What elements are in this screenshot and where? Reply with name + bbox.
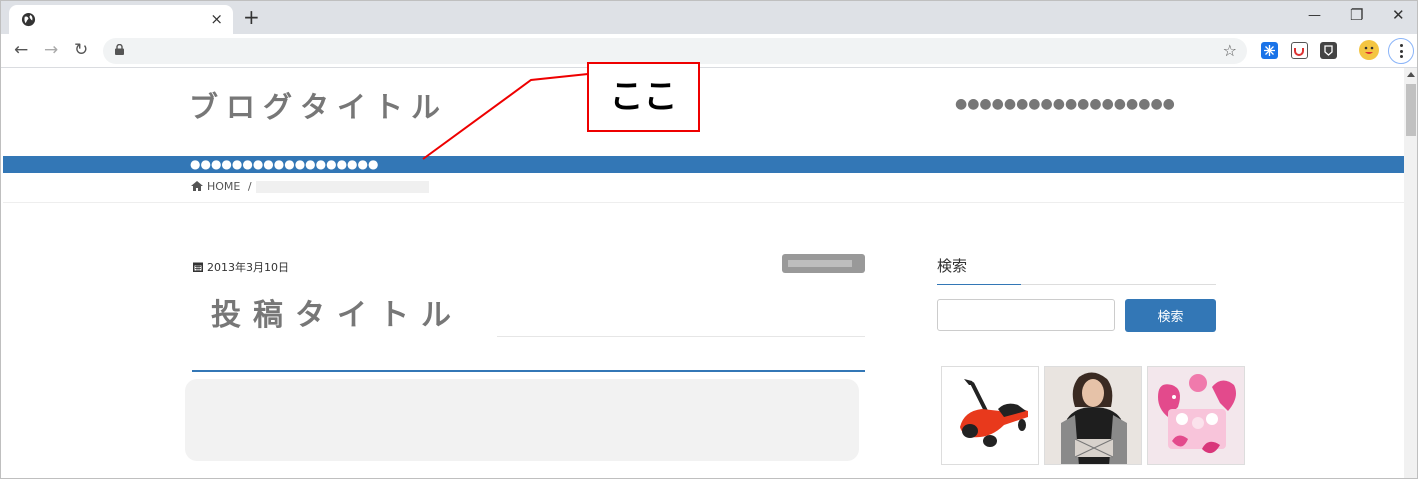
restore-button[interactable]: ❐ (1350, 6, 1363, 24)
post-date-text: 2013年3月10日 (207, 261, 289, 274)
breadcrumb-separator: / (247, 180, 252, 193)
breadcrumb-home-link[interactable]: HOME (207, 180, 240, 193)
post-excerpt-box (185, 379, 859, 461)
site-description-text: ●●●●●●●●●●●●●●●●●● (190, 157, 379, 171)
calendar-icon (193, 262, 203, 272)
home-icon (191, 181, 203, 191)
post-title: 投稿タイトル (211, 298, 463, 333)
search-widget-title: 検索 (937, 257, 968, 275)
address-bar[interactable]: ☆ (103, 38, 1247, 64)
global-nav-bar: ●●●●●●●●●●●●●●●●●● (3, 156, 1404, 173)
post-date: 2013年3月10日 (193, 259, 289, 275)
breadcrumb-current-redacted (256, 181, 429, 193)
forward-button[interactable]: → (44, 40, 58, 60)
search-input[interactable] (937, 299, 1115, 331)
reload-button[interactable]: ↻ (74, 40, 88, 60)
title-underline (497, 336, 865, 337)
header-divider (3, 202, 1404, 203)
globe-icon (21, 12, 36, 27)
browser-tab[interactable]: × (9, 5, 233, 34)
minimize-button[interactable]: — (1308, 8, 1321, 23)
new-tab-button[interactable]: + (243, 5, 260, 29)
site-title[interactable]: ブログタイトル (189, 84, 448, 126)
browser-toolbar: ← → ↻ ☆ (1, 34, 1417, 68)
back-button[interactable]: ← (14, 40, 28, 60)
search-button[interactable]: 検索 (1125, 299, 1216, 332)
browser-menu-button[interactable] (1388, 38, 1414, 64)
post-divider (192, 370, 865, 372)
extension-keeper-icon[interactable] (1320, 42, 1337, 59)
window-close-button[interactable]: ✕ (1392, 6, 1405, 24)
lock-icon (115, 44, 124, 55)
scrollbar-thumb[interactable] (1406, 84, 1416, 136)
page-scrollbar[interactable] (1404, 68, 1417, 478)
web-page: ブログタイトル ●●●●●●●●●●●●●●●●●● ●●●●●●●●●●●●●… (3, 68, 1404, 478)
thumbnail-ride-on-toy[interactable] (941, 366, 1039, 465)
tab-close-icon[interactable]: × (210, 10, 223, 28)
browser-window: × + — ❐ ✕ ← → ↻ ☆ ブログタイトル ●●●●●●●●●●●●●●… (0, 0, 1418, 479)
extension-pocket-icon[interactable] (1291, 42, 1308, 59)
annotation-label: ここ (609, 77, 678, 117)
profile-avatar-icon[interactable] (1359, 40, 1379, 60)
breadcrumb: HOME / (191, 180, 252, 193)
scroll-up-arrow-icon[interactable] (1407, 72, 1415, 77)
tab-strip: × + — ❐ ✕ (1, 1, 1417, 34)
thumbnail-balloon-bouquet[interactable] (1147, 366, 1245, 465)
header-description: ●●●●●●●●●●●●●●●●●● (955, 96, 1175, 112)
extension-snowflake-icon[interactable] (1261, 42, 1278, 59)
category-badge[interactable] (782, 254, 865, 273)
annotation-callout-box: ここ (587, 62, 700, 132)
thumbnail-fashion-model[interactable] (1044, 366, 1142, 465)
bookmark-star-icon[interactable]: ☆ (1223, 41, 1237, 60)
search-widget-rule (937, 284, 1216, 285)
